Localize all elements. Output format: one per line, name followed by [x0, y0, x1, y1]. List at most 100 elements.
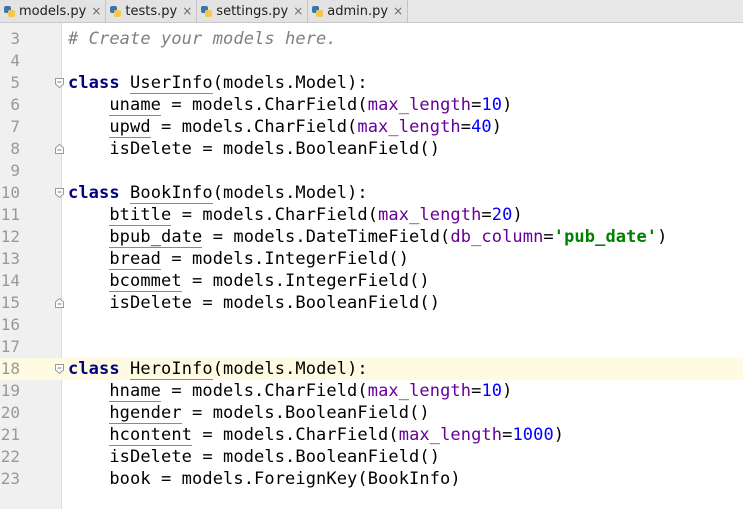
- code-token: (models.Model):: [212, 183, 368, 203]
- code-token: bcommet: [109, 271, 182, 292]
- code-token: btitle: [109, 205, 172, 226]
- code-line[interactable]: 17: [0, 336, 743, 358]
- code-text: bpub_date = models.DateTimeField(db_colu…: [68, 226, 667, 248]
- code-token: ): [657, 227, 668, 247]
- line-number: 7: [10, 117, 20, 136]
- code-token: db_column: [450, 227, 544, 247]
- code-editor[interactable]: 3 # Create your models here. 4 5 class UserI…: [0, 23, 743, 509]
- line-number: 23: [0, 469, 20, 488]
- code-token: bread: [109, 249, 162, 270]
- code-token: BookInfo: [130, 183, 213, 204]
- code-line[interactable]: 18 class HeroInfo(models.Model):: [0, 358, 743, 380]
- code-line[interactable]: 23 book = models.ForeignKey(BookInfo): [0, 468, 743, 490]
- code-line[interactable]: 19 hname = models.CharField(max_length=1…: [0, 380, 743, 402]
- tab-settings-py[interactable]: settings.py ×: [197, 0, 309, 22]
- code-text: hgender = models.BooleanField(): [68, 402, 430, 424]
- python-file-icon: [201, 5, 213, 17]
- code-line[interactable]: 3 # Create your models here.: [0, 28, 743, 50]
- tab-tests-py[interactable]: tests.py ×: [106, 0, 198, 22]
- code-text: upwd = models.CharField(max_length=40): [68, 116, 502, 138]
- close-tab-icon[interactable]: ×: [293, 5, 303, 17]
- code-line[interactable]: 20 hgender = models.BooleanField(): [0, 402, 743, 424]
- code-lines: 3 # Create your models here. 4 5 class UserI…: [0, 28, 743, 490]
- tab-label: models.py: [19, 3, 87, 19]
- code-token: = models.CharField(: [171, 205, 379, 225]
- code-text: book = models.ForeignKey(BookInfo): [68, 468, 461, 490]
- code-token: isDelete = models.BooleanField(): [68, 447, 441, 467]
- code-line[interactable]: 13 bread = models.IntegerField(): [0, 248, 743, 270]
- line-number: 13: [0, 249, 20, 268]
- code-token: upwd: [109, 117, 151, 138]
- code-line[interactable]: 11 btitle = models.CharField(max_length=…: [0, 204, 743, 226]
- code-token: =: [481, 205, 492, 225]
- code-text: bread = models.IntegerField(): [68, 248, 409, 270]
- code-text: btitle = models.CharField(max_length=20): [68, 204, 523, 226]
- line-number: 9: [10, 161, 20, 180]
- code-line[interactable]: 6 uname = models.CharField(max_length=10…: [0, 94, 743, 116]
- tab-label: settings.py: [216, 3, 289, 19]
- code-token: hcontent: [109, 425, 193, 446]
- code-token: 10: [481, 95, 503, 115]
- code-token: max_length: [357, 117, 461, 137]
- line-number: 6: [10, 95, 20, 114]
- close-tab-icon[interactable]: ×: [91, 5, 101, 17]
- code-line[interactable]: 12 bpub_date = models.DateTimeField(db_c…: [0, 226, 743, 248]
- code-token: ): [512, 205, 523, 225]
- code-token: UserInfo: [130, 73, 213, 94]
- line-number: 5: [10, 73, 20, 92]
- code-token: (models.Model):: [212, 359, 368, 379]
- code-line[interactable]: 21 hcontent = models.CharField(max_lengt…: [0, 424, 743, 446]
- code-token: max_length: [398, 425, 503, 445]
- close-tab-icon[interactable]: ×: [182, 5, 192, 17]
- code-line[interactable]: 4: [0, 50, 743, 72]
- code-token: class: [68, 359, 120, 379]
- line-number: 10: [0, 183, 20, 202]
- line-number: 12: [0, 227, 20, 246]
- code-line[interactable]: 14 bcommet = models.IntegerField(): [0, 270, 743, 292]
- code-line[interactable]: 7 upwd = models.CharField(max_length=40): [0, 116, 743, 138]
- code-text: bcommet = models.IntegerField(): [68, 270, 430, 292]
- code-line[interactable]: 16: [0, 314, 743, 336]
- close-tab-icon[interactable]: ×: [393, 5, 403, 17]
- code-token: 1000: [512, 425, 554, 445]
- code-token: ): [553, 425, 565, 445]
- code-token: ): [502, 381, 513, 401]
- line-number: 20: [0, 403, 20, 422]
- code-token: ): [502, 95, 513, 115]
- line-number: 3: [10, 29, 20, 48]
- code-line[interactable]: 5 class UserInfo(models.Model):: [0, 72, 743, 94]
- code-token: hname: [109, 381, 162, 402]
- tab-admin-py[interactable]: admin.py ×: [308, 0, 409, 22]
- code-token: uname: [109, 95, 162, 116]
- code-line[interactable]: 9: [0, 160, 743, 182]
- python-file-icon: [110, 5, 122, 17]
- fold-end-icon[interactable]: [55, 144, 64, 154]
- fold-end-icon[interactable]: [55, 298, 64, 308]
- line-number: 15: [0, 293, 20, 312]
- code-token: =: [543, 227, 554, 247]
- code-line[interactable]: 22 isDelete = models.BooleanField(): [0, 446, 743, 468]
- code-text: isDelete = models.BooleanField(): [68, 138, 440, 160]
- code-line[interactable]: 8 isDelete = models.BooleanField(): [0, 138, 743, 160]
- code-token: 10: [481, 381, 503, 401]
- fold-start-icon[interactable]: [55, 364, 64, 374]
- python-file-icon: [312, 5, 324, 17]
- fold-start-icon[interactable]: [55, 78, 64, 88]
- code-token: 'pub_date': [553, 227, 658, 247]
- code-line[interactable]: 10 class BookInfo(models.Model):: [0, 182, 743, 204]
- tab-models-py[interactable]: models.py ×: [0, 0, 107, 22]
- code-token: = models.CharField(: [161, 381, 368, 401]
- tab-label: tests.py: [125, 3, 178, 19]
- code-token: = models.DateTimeField(: [202, 227, 451, 247]
- code-token: class: [68, 183, 120, 203]
- code-token: = models.CharField(: [192, 425, 399, 445]
- line-number: 11: [0, 205, 20, 224]
- line-number: 16: [0, 315, 20, 334]
- code-line[interactable]: 15 isDelete = models.BooleanField(): [0, 292, 743, 314]
- code-text: uname = models.CharField(max_length=10): [68, 94, 512, 116]
- fold-start-icon[interactable]: [55, 188, 64, 198]
